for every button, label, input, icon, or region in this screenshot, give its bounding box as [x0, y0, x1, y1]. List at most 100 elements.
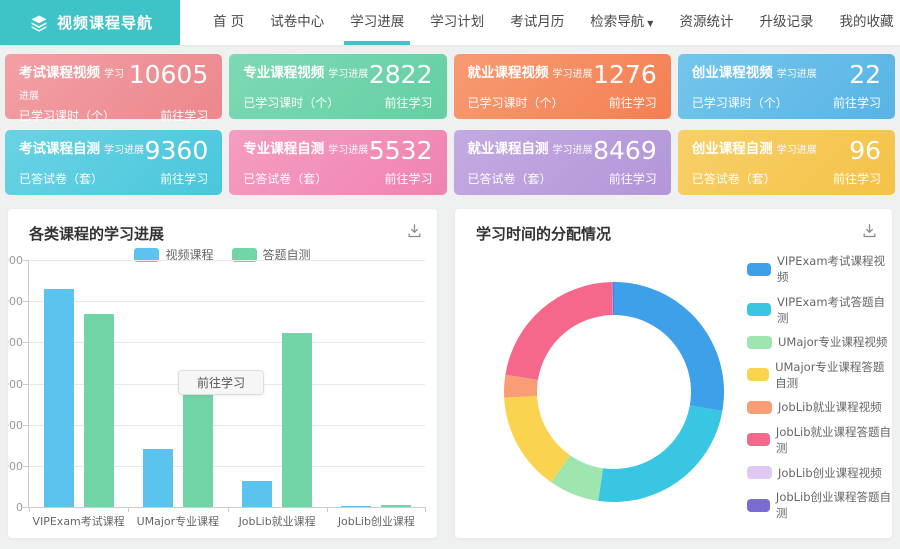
legend-item-4[interactable]: JobLib就业课程视频	[747, 399, 892, 415]
bar-chart-panel: 各类课程的学习进展 视频课程答题自测 2,0000,0008,0006,0004…	[8, 209, 437, 538]
nav-item-3[interactable]: 学习计划	[417, 0, 497, 45]
legend-item-1[interactable]: VIPExam考试答题自测	[747, 294, 892, 326]
stat-card-4[interactable]: 考试课程自测学习进展9360已答试卷（套）前往学习	[5, 130, 222, 195]
stat-card-top: 专业课程自测学习进展5532	[243, 139, 432, 163]
nav-item-4[interactable]: 考试月历	[497, 0, 577, 45]
stat-card-action-link[interactable]: 前往学习	[384, 94, 432, 111]
stat-card-title-text: 专业课程自测	[243, 141, 324, 157]
download-icon[interactable]	[406, 222, 423, 239]
bar-group-0	[29, 260, 128, 507]
stat-card-1[interactable]: 专业课程视频学习进展2822已学习课时（个）前往学习	[229, 54, 446, 119]
app-logo[interactable]: 视频课程导航	[0, 0, 180, 45]
stat-card-action-link[interactable]: 前往学习	[160, 107, 208, 124]
x-axis-label: JobLib就业课程	[228, 513, 327, 529]
stat-card-value: 96	[849, 139, 881, 163]
bar-视频课程-1[interactable]	[143, 449, 173, 507]
nav-item-label: 考试月历	[510, 14, 564, 30]
nav-item-label: 试卷中心	[270, 14, 324, 30]
stat-card-top: 创业课程视频学习进展22	[692, 63, 881, 87]
stat-card-title-text: 创业课程视频	[692, 65, 773, 81]
legend-item-6[interactable]: JobLib创业课程视频	[747, 465, 892, 481]
y-axis-label: 2,000	[8, 460, 23, 473]
stat-card-7[interactable]: 创业课程自测学习进展 96 已答试卷（套） 前往学习	[678, 130, 895, 195]
y-axis-label: 4,000	[8, 419, 23, 432]
stat-card-action-link[interactable]: 前往学习	[833, 94, 881, 111]
stat-card-title-text: 考试课程视频	[19, 65, 100, 81]
donut-chart-title: 学习时间的分配情况	[455, 209, 892, 244]
stat-card-action-link[interactable]: 前往学习	[833, 170, 881, 187]
nav-item-1[interactable]: 试卷中心	[257, 0, 337, 45]
donut-segment-1[interactable]	[598, 405, 722, 502]
chart-tooltip[interactable]: 前往学习	[178, 370, 264, 395]
stat-card-action-link[interactable]: 前往学习	[609, 94, 657, 111]
nav-item-0[interactable]: 首 页	[200, 0, 257, 45]
stat-card-action-link[interactable]: 前往学习	[160, 170, 208, 187]
legend-swatch	[747, 466, 772, 479]
x-axis-tick	[327, 507, 328, 512]
stat-card-tag: 学习进展	[553, 145, 593, 156]
bar-视频课程-3[interactable]	[341, 506, 371, 507]
stat-card-bottom: 已学习课时（个）前往学习	[692, 94, 881, 111]
stat-card-tag: 学习进展	[328, 145, 368, 156]
nav-item-5[interactable]: 检索导航▼	[577, 0, 666, 45]
bar-答题自测-0[interactable]	[84, 314, 114, 507]
brand-title: 视频课程导航	[57, 12, 153, 33]
nav-item-8[interactable]: 我的收藏	[826, 0, 900, 45]
stat-card-title: 专业课程视频学习进展	[243, 63, 368, 85]
stat-card-top: 考试课程视频学习进展10605	[19, 63, 208, 107]
stat-card-0[interactable]: 考试课程视频学习进展10605已学习课时（个）前往学习	[5, 54, 222, 119]
legend-swatch	[747, 401, 772, 414]
nav-item-2[interactable]: 学习进展	[337, 0, 417, 45]
stat-card-top: 就业课程视频学习进展1276	[468, 63, 657, 87]
stat-card-title: 创业课程自测学习进展	[692, 139, 817, 161]
bar-答题自测-2[interactable]	[282, 333, 312, 507]
legend-label: JobLib就业课程视频	[778, 399, 882, 415]
stat-card-bottom: 已答试卷（套）前往学习	[243, 170, 432, 187]
stat-cards: 考试课程视频学习进展10605已学习课时（个）前往学习专业课程视频学习进展282…	[0, 45, 900, 195]
bar-视频课程-0[interactable]	[44, 289, 74, 507]
stat-card-top: 专业课程视频学习进展2822	[243, 63, 432, 87]
stat-card-top: 创业课程自测学习进展 96	[692, 139, 881, 163]
stat-card-metric: 已学习课时（个）	[19, 107, 115, 124]
nav-item-6[interactable]: 资源统计	[666, 0, 746, 45]
bar-视频课程-2[interactable]	[242, 481, 272, 507]
legend-item-2[interactable]: UMajor专业课程视频	[747, 334, 892, 350]
legend-label: JobLib就业课程答题自测	[776, 424, 892, 456]
legend-label: UMajor专业课程视频	[778, 334, 887, 350]
legend-swatch	[747, 368, 769, 381]
nav-item-label: 我的收藏	[839, 14, 893, 30]
nav-item-label: 升级记录	[759, 14, 813, 30]
download-icon[interactable]	[861, 222, 878, 239]
donut-segment-0[interactable]	[614, 282, 724, 411]
legend-label: UMajor专业课程答题自测	[775, 359, 892, 391]
stat-card-6[interactable]: 就业课程自测学习进展8469已答试卷（套）前往学习	[454, 130, 671, 195]
donut-segment-3[interactable]	[504, 396, 570, 482]
legend-item-0[interactable]: VIPExam考试课程视频	[747, 253, 892, 285]
stat-card-action-link[interactable]: 前往学习	[384, 170, 432, 187]
bar-答题自测-1[interactable]	[183, 393, 213, 507]
stat-card-title: 就业课程自测学习进展	[468, 139, 593, 161]
stat-card-action-link[interactable]: 前往学习	[609, 170, 657, 187]
legend-item-3[interactable]: UMajor专业课程答题自测	[747, 359, 892, 391]
stat-card-metric: 已答试卷（套）	[692, 170, 776, 187]
stat-card-bottom: 已学习课时（个）前往学习	[468, 94, 657, 111]
stat-card-3[interactable]: 创业课程视频学习进展22 已学习课时（个）前往学习	[678, 54, 895, 119]
y-axis-label: 0	[8, 501, 23, 514]
x-axis-tick	[29, 507, 30, 512]
stat-card-5[interactable]: 专业课程自测学习进展5532 已答试卷（套）前往学习	[229, 130, 446, 195]
stat-card-tag: 学习进展	[777, 69, 817, 80]
stat-card-title: 考试课程视频学习进展	[19, 63, 129, 107]
donut-segment-5[interactable]	[505, 282, 612, 380]
stat-card-top: 就业课程自测学习进展8469	[468, 139, 657, 163]
stat-card-2[interactable]: 就业课程视频学习进展1276 已学习课时（个）前往学习	[454, 54, 671, 119]
x-axis-label: UMajor专业课程	[128, 513, 227, 529]
nav-item-7[interactable]: 升级记录	[746, 0, 826, 45]
stat-card-title: 就业课程视频学习进展	[468, 63, 593, 85]
x-axis-tick	[228, 507, 229, 512]
legend-item-5[interactable]: JobLib就业课程答题自测	[747, 424, 892, 456]
bar-答题自测-3[interactable]	[381, 505, 411, 507]
stat-card-bottom: 已答试卷（套）前往学习	[19, 170, 208, 187]
legend-item-7[interactable]: JobLib创业课程答题自测	[747, 489, 892, 521]
dashboard-panels: 各类课程的学习进展 视频课程答题自测 2,0000,0008,0006,0004…	[0, 195, 900, 538]
legend-label: VIPExam考试答题自测	[777, 294, 892, 326]
